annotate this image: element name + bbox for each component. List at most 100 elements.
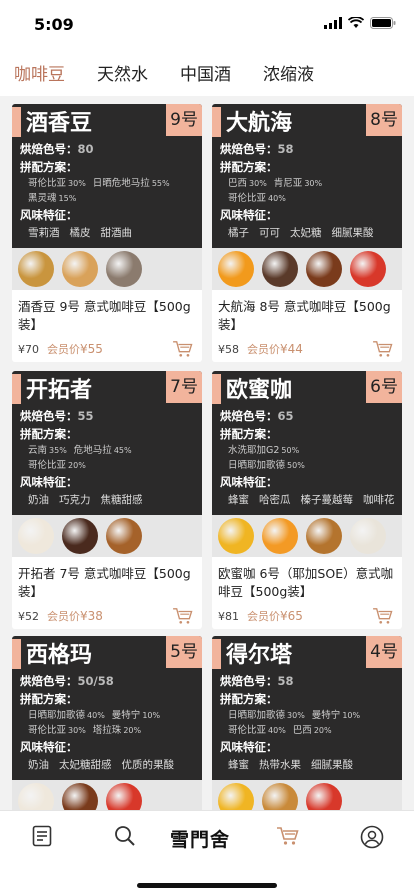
blend-origin: 云南 (28, 445, 48, 456)
blend-line: 哥伦比亚 30% 塔拉珠 20% (12, 723, 202, 738)
blend-line: 哥伦比亚 20% (12, 458, 202, 473)
signal-icon (324, 17, 342, 29)
product-name: 得尔塔 (226, 643, 293, 668)
product-title[interactable]: 欧蜜咖 6号（耶加SOE）意式咖啡豆【500g装】 (212, 557, 402, 603)
ingredient-photo (306, 783, 342, 810)
ingredient-photo (306, 251, 342, 287)
wifi-icon (348, 17, 364, 28)
product-number-badge: 4号 (366, 636, 402, 668)
tab-natural-water[interactable]: 天然水 (97, 46, 148, 96)
blend-percent: 10% (342, 711, 361, 720)
user-icon[interactable] (360, 825, 384, 853)
add-to-cart-icon[interactable] (172, 607, 194, 629)
member-price-value: ¥44 (280, 342, 303, 356)
product-number-badge: 6号 (366, 371, 402, 403)
roast-label: 烘焙色号： (20, 409, 78, 423)
flavor-list: 蜂蜜 哈密瓜 榛子蔓越莓 咖啡花 (212, 491, 402, 509)
add-to-cart-icon[interactable] (372, 340, 394, 362)
ingredient-photo (18, 783, 54, 810)
blend-percent: 40% (87, 711, 105, 720)
blend-origin: 日晒耶加歌德 (228, 460, 286, 471)
roast-row: 烘焙色号：65 (212, 407, 402, 425)
roast-value: 50/58 (77, 674, 114, 688)
flavor-tag: 太妃糖甜感 (59, 759, 112, 771)
roast-row: 烘焙色号：58 (212, 672, 402, 690)
blend-label: 拼配方案： (20, 692, 78, 706)
product-title[interactable]: 大航海 8号 意式咖啡豆【500g装】 (212, 290, 402, 336)
blend-label: 拼配方案： (20, 427, 78, 441)
blend-origin: 哥伦比亚 (228, 193, 267, 204)
ingredient-photo (106, 783, 142, 810)
blend-percent: 50% (281, 446, 300, 455)
product-name: 西格玛 (26, 643, 93, 668)
roast-label: 烘焙色号： (220, 409, 278, 423)
price-row: ¥70 会员价¥55 (12, 336, 202, 362)
flavor-tag: 雪莉酒 (28, 227, 60, 239)
blend-origin: 巴西 (292, 725, 312, 736)
price-row: ¥58 会员价¥44 (212, 336, 402, 362)
flavor-list: 橘子 可可 太妃糖 细腻果酸 (212, 224, 402, 242)
blend-line: 哥伦比亚 40% (212, 191, 402, 206)
blend-percent: 20% (313, 726, 332, 735)
roast-label: 烘焙色号： (20, 674, 78, 688)
blend-label: 拼配方案： (20, 160, 78, 174)
product-number-badge: 5号 (166, 636, 202, 668)
add-to-cart-icon[interactable] (372, 607, 394, 629)
product-title[interactable]: 开拓者 7号 意式咖啡豆【500g装】 (12, 557, 202, 603)
ingredient-photo (262, 518, 298, 554)
flavor-tag: 橘子 (228, 227, 249, 239)
member-price-value: ¥55 (80, 342, 103, 356)
flavor-tag: 太妃糖 (290, 227, 322, 239)
price-row: ¥52 会员价¥38 (12, 603, 202, 629)
blend-percent: 15% (58, 194, 77, 203)
product-card[interactable]: 欧蜜咖 6号 烘焙色号：65 拼配方案： 水洗耶加G2 50% 日晒耶加歌德 50% 风味特征：… (212, 371, 402, 629)
ingredient-photo (350, 518, 386, 554)
product-card[interactable]: 开拓者 7号 烘焙色号：55 拼配方案： 云南 35% 危地马拉 45% 哥伦比亚 20% 风味特征… (12, 371, 202, 629)
blend-origin: 哥伦比亚 (28, 178, 67, 189)
ingredient-photo (62, 518, 98, 554)
member-price: 会员价¥65 (247, 609, 303, 623)
accent-bar (12, 639, 21, 669)
price: ¥70 (18, 343, 39, 356)
blend-line: 日晒耶加歌德 40% 曼特宁 10% (12, 708, 202, 723)
flavor-tag: 优质的果酸 (121, 759, 175, 771)
tab-coffee-beans[interactable]: 咖啡豆 (14, 46, 65, 106)
product-name: 大航海 (226, 111, 293, 136)
ingredient-photo (218, 518, 254, 554)
brand-logo[interactable]: 雪門舍 (170, 825, 230, 852)
member-label: 会员价 (247, 610, 280, 623)
product-card[interactable]: 西格玛 5号烘焙色号：50/58 拼配方案： 日晒耶加歌德 40% 曼特宁 10% 哥伦比亚 3… (12, 636, 202, 810)
blend-percent: 30% (249, 179, 267, 188)
cart-icon[interactable] (276, 825, 300, 851)
flavor-tag: 热带水果 (259, 759, 301, 771)
product-title[interactable]: 酒香豆 9号 意式咖啡豆【500g装】 (12, 290, 202, 336)
flavor-label: 风味特征： (220, 740, 278, 754)
roast-value: 65 (277, 409, 294, 423)
roast-row: 烘焙色号：55 (12, 407, 202, 425)
product-card[interactable]: 得尔塔 4号 烘焙色号：58 拼配方案： 日晒耶加歌德 30% 曼特宁 10% 哥伦比亚 40% 巴… (212, 636, 402, 810)
ingredient-photos (12, 515, 202, 557)
flavor-tag: 奶油 (28, 494, 49, 506)
blend-origin: 哥伦比亚 (228, 725, 267, 736)
flavor-label: 风味特征： (20, 475, 78, 489)
ingredient-photo (18, 518, 54, 554)
tab-chinese-liquor[interactable]: 中国酒 (180, 46, 231, 96)
flavor-tag: 奶油 (28, 759, 49, 771)
flavor-tag: 细腻果酸 (331, 227, 374, 239)
roast-row: 烘焙色号：80 (12, 140, 202, 158)
list-icon[interactable] (32, 825, 52, 851)
search-icon[interactable] (114, 825, 136, 851)
flavor-tag: 哈密瓜 (259, 494, 291, 506)
product-card[interactable]: 酒香豆 9号 烘焙色号：80 拼配方案： 哥伦比亚 30% 日晒危地马拉 55% 黑灵魂 15% 风… (12, 104, 202, 362)
price: ¥52 (18, 610, 39, 623)
product-card[interactable]: 大航海 8号 烘焙色号：58 拼配方案： 巴西 30% 肯尼亚 30% 哥伦比亚 40% 风味特征：… (212, 104, 402, 362)
bottom-tab-bar: 雪門舍 (0, 810, 414, 896)
roast-row: 烘焙色号：58 (212, 140, 402, 158)
price-row: ¥81 会员价¥65 (212, 603, 402, 629)
tab-concentrate[interactable]: 浓缩液 (263, 46, 314, 96)
blend-percent: 40% (268, 726, 286, 735)
accent-bar (12, 107, 21, 137)
product-spec-panel: 开拓者 7号 烘焙色号：55 拼配方案： 云南 35% 危地马拉 45% 哥伦比亚 20% 风味特征… (12, 371, 202, 515)
add-to-cart-icon[interactable] (172, 340, 194, 362)
product-spec-panel: 欧蜜咖 6号 烘焙色号：65 拼配方案： 水洗耶加G2 50% 日晒耶加歌德 50% 风味特征：… (212, 371, 402, 515)
